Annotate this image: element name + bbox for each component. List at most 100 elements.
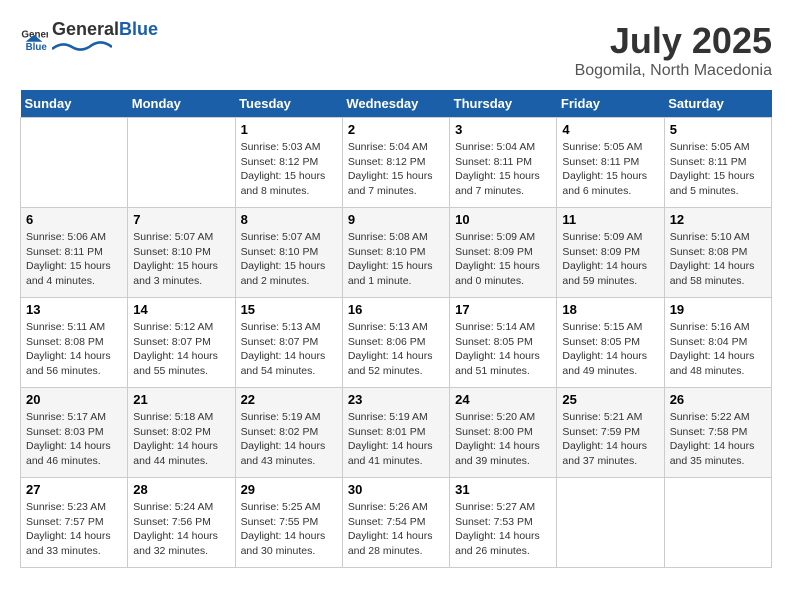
calendar-week-row: 1 Sunrise: 5:03 AM Sunset: 8:12 PM Daylig…: [21, 118, 772, 208]
day-number: 31: [455, 482, 551, 497]
calendar-week-row: 20 Sunrise: 5:17 AM Sunset: 8:03 PM Dayli…: [21, 388, 772, 478]
day-number: 30: [348, 482, 444, 497]
day-of-week-sunday: Sunday: [21, 90, 128, 118]
day-number: 12: [670, 212, 766, 227]
calendar-cell: 8Sunrise: 5:07 AM Sunset: 8:10 PM Daylig…: [235, 208, 342, 298]
day-number: 25: [562, 392, 658, 407]
month-title: July 2025: [575, 20, 772, 62]
calendar-cell: 29Sunrise: 5:25 AM Sunset: 7:55 PM Dayli…: [235, 478, 342, 568]
day-info: Sunrise: 5:15 AM Sunset: 8:05 PM Dayligh…: [562, 320, 658, 379]
day-info: Sunrise: 5:22 AM Sunset: 7:58 PM Dayligh…: [670, 410, 766, 469]
calendar-cell: [557, 478, 664, 568]
day-info: Sunrise: 5:05 AM Sunset: 8:11 PM Dayligh…: [562, 140, 658, 199]
day-number: 24: [455, 392, 551, 407]
calendar-cell: 17 Sunrise: 5:14 AM Sunset: 8:05 PM Dayli…: [450, 298, 557, 388]
page-header: General Blue General Blue July 2025 Bogom…: [20, 20, 772, 80]
calendar-cell: 4 Sunrise: 5:05 AM Sunset: 8:11 PM Daylig…: [557, 118, 664, 208]
calendar-cell: [21, 118, 128, 208]
logo-general-text: General: [52, 19, 119, 39]
day-of-week-monday: Monday: [128, 90, 235, 118]
calendar-cell: 9Sunrise: 5:08 AM Sunset: 8:10 PM Daylig…: [342, 208, 449, 298]
calendar-cell: 10Sunrise: 5:09 AM Sunset: 8:09 PM Dayli…: [450, 208, 557, 298]
calendar-cell: 7Sunrise: 5:07 AM Sunset: 8:10 PM Daylig…: [128, 208, 235, 298]
day-number: 2: [348, 122, 444, 137]
day-number: 4: [562, 122, 658, 137]
day-of-week-wednesday: Wednesday: [342, 90, 449, 118]
calendar-cell: 30Sunrise: 5:26 AM Sunset: 7:54 PM Dayli…: [342, 478, 449, 568]
title-block: July 2025 Bogomila, North Macedonia: [575, 20, 772, 80]
day-number: 15: [241, 302, 337, 317]
day-number: 14: [133, 302, 229, 317]
day-info: Sunrise: 5:23 AM Sunset: 7:57 PM Dayligh…: [26, 500, 122, 559]
day-info: Sunrise: 5:08 AM Sunset: 8:10 PM Dayligh…: [348, 230, 444, 289]
day-number: 5: [670, 122, 766, 137]
calendar-cell: 20 Sunrise: 5:17 AM Sunset: 8:03 PM Dayli…: [21, 388, 128, 478]
day-info: Sunrise: 5:27 AM Sunset: 7:53 PM Dayligh…: [455, 500, 551, 559]
day-info: Sunrise: 5:04 AM Sunset: 8:12 PM Dayligh…: [348, 140, 444, 199]
calendar-cell: 24 Sunrise: 5:20 AM Sunset: 8:00 PM Dayli…: [450, 388, 557, 478]
day-info: Sunrise: 5:24 AM Sunset: 7:56 PM Dayligh…: [133, 500, 229, 559]
day-info: Sunrise: 5:19 AM Sunset: 8:02 PM Dayligh…: [241, 410, 337, 469]
svg-text:Blue: Blue: [26, 42, 48, 53]
day-info: Sunrise: 5:05 AM Sunset: 8:11 PM Dayligh…: [670, 140, 766, 199]
calendar-cell: 5 Sunrise: 5:05 AM Sunset: 8:11 PM Daylig…: [664, 118, 771, 208]
day-of-week-saturday: Saturday: [664, 90, 771, 118]
calendar-cell: 11Sunrise: 5:09 AM Sunset: 8:09 PM Dayli…: [557, 208, 664, 298]
logo-wave-icon: [52, 39, 112, 53]
calendar-cell: [128, 118, 235, 208]
day-info: Sunrise: 5:04 AM Sunset: 8:11 PM Dayligh…: [455, 140, 551, 199]
calendar-cell: 12Sunrise: 5:10 AM Sunset: 8:08 PM Dayli…: [664, 208, 771, 298]
day-number: 10: [455, 212, 551, 227]
day-info: Sunrise: 5:03 AM Sunset: 8:12 PM Dayligh…: [241, 140, 337, 199]
calendar-cell: 27 Sunrise: 5:23 AM Sunset: 7:57 PM Dayli…: [21, 478, 128, 568]
calendar-table: SundayMondayTuesdayWednesdayThursdayFrid…: [20, 90, 772, 568]
day-info: Sunrise: 5:19 AM Sunset: 8:01 PM Dayligh…: [348, 410, 444, 469]
logo-icon: General Blue: [20, 25, 48, 53]
calendar-cell: 3 Sunrise: 5:04 AM Sunset: 8:11 PM Daylig…: [450, 118, 557, 208]
day-info: Sunrise: 5:13 AM Sunset: 8:07 PM Dayligh…: [241, 320, 337, 379]
day-number: 11: [562, 212, 658, 227]
day-number: 13: [26, 302, 122, 317]
day-number: 28: [133, 482, 229, 497]
day-info: Sunrise: 5:20 AM Sunset: 8:00 PM Dayligh…: [455, 410, 551, 469]
calendar-cell: 6Sunrise: 5:06 AM Sunset: 8:11 PM Daylig…: [21, 208, 128, 298]
day-number: 21: [133, 392, 229, 407]
day-number: 3: [455, 122, 551, 137]
calendar-week-row: 6Sunrise: 5:06 AM Sunset: 8:11 PM Daylig…: [21, 208, 772, 298]
day-info: Sunrise: 5:21 AM Sunset: 7:59 PM Dayligh…: [562, 410, 658, 469]
day-info: Sunrise: 5:07 AM Sunset: 8:10 PM Dayligh…: [133, 230, 229, 289]
day-info: Sunrise: 5:11 AM Sunset: 8:08 PM Dayligh…: [26, 320, 122, 379]
day-number: 20: [26, 392, 122, 407]
day-number: 17: [455, 302, 551, 317]
day-info: Sunrise: 5:17 AM Sunset: 8:03 PM Dayligh…: [26, 410, 122, 469]
day-number: 19: [670, 302, 766, 317]
calendar-cell: 26Sunrise: 5:22 AM Sunset: 7:58 PM Dayli…: [664, 388, 771, 478]
calendar-week-row: 13 Sunrise: 5:11 AM Sunset: 8:08 PM Dayli…: [21, 298, 772, 388]
calendar-header-row: SundayMondayTuesdayWednesdayThursdayFrid…: [21, 90, 772, 118]
calendar-week-row: 27 Sunrise: 5:23 AM Sunset: 7:57 PM Dayli…: [21, 478, 772, 568]
calendar-cell: 16 Sunrise: 5:13 AM Sunset: 8:06 PM Dayli…: [342, 298, 449, 388]
day-number: 16: [348, 302, 444, 317]
day-info: Sunrise: 5:14 AM Sunset: 8:05 PM Dayligh…: [455, 320, 551, 379]
day-info: Sunrise: 5:18 AM Sunset: 8:02 PM Dayligh…: [133, 410, 229, 469]
day-number: 18: [562, 302, 658, 317]
day-of-week-friday: Friday: [557, 90, 664, 118]
calendar-cell: 13 Sunrise: 5:11 AM Sunset: 8:08 PM Dayli…: [21, 298, 128, 388]
day-of-week-tuesday: Tuesday: [235, 90, 342, 118]
day-of-week-thursday: Thursday: [450, 90, 557, 118]
calendar-cell: [664, 478, 771, 568]
logo: General Blue General Blue: [20, 20, 158, 58]
day-number: 23: [348, 392, 444, 407]
calendar-cell: 14Sunrise: 5:12 AM Sunset: 8:07 PM Dayli…: [128, 298, 235, 388]
day-number: 8: [241, 212, 337, 227]
calendar-cell: 23 Sunrise: 5:19 AM Sunset: 8:01 PM Dayli…: [342, 388, 449, 478]
day-info: Sunrise: 5:25 AM Sunset: 7:55 PM Dayligh…: [241, 500, 337, 559]
calendar-cell: 25 Sunrise: 5:21 AM Sunset: 7:59 PM Dayli…: [557, 388, 664, 478]
day-number: 27: [26, 482, 122, 497]
calendar-cell: 15 Sunrise: 5:13 AM Sunset: 8:07 PM Dayli…: [235, 298, 342, 388]
calendar-cell: 28 Sunrise: 5:24 AM Sunset: 7:56 PM Dayli…: [128, 478, 235, 568]
day-info: Sunrise: 5:06 AM Sunset: 8:11 PM Dayligh…: [26, 230, 122, 289]
day-info: Sunrise: 5:13 AM Sunset: 8:06 PM Dayligh…: [348, 320, 444, 379]
calendar-cell: 2 Sunrise: 5:04 AM Sunset: 8:12 PM Daylig…: [342, 118, 449, 208]
day-number: 1: [241, 122, 337, 137]
